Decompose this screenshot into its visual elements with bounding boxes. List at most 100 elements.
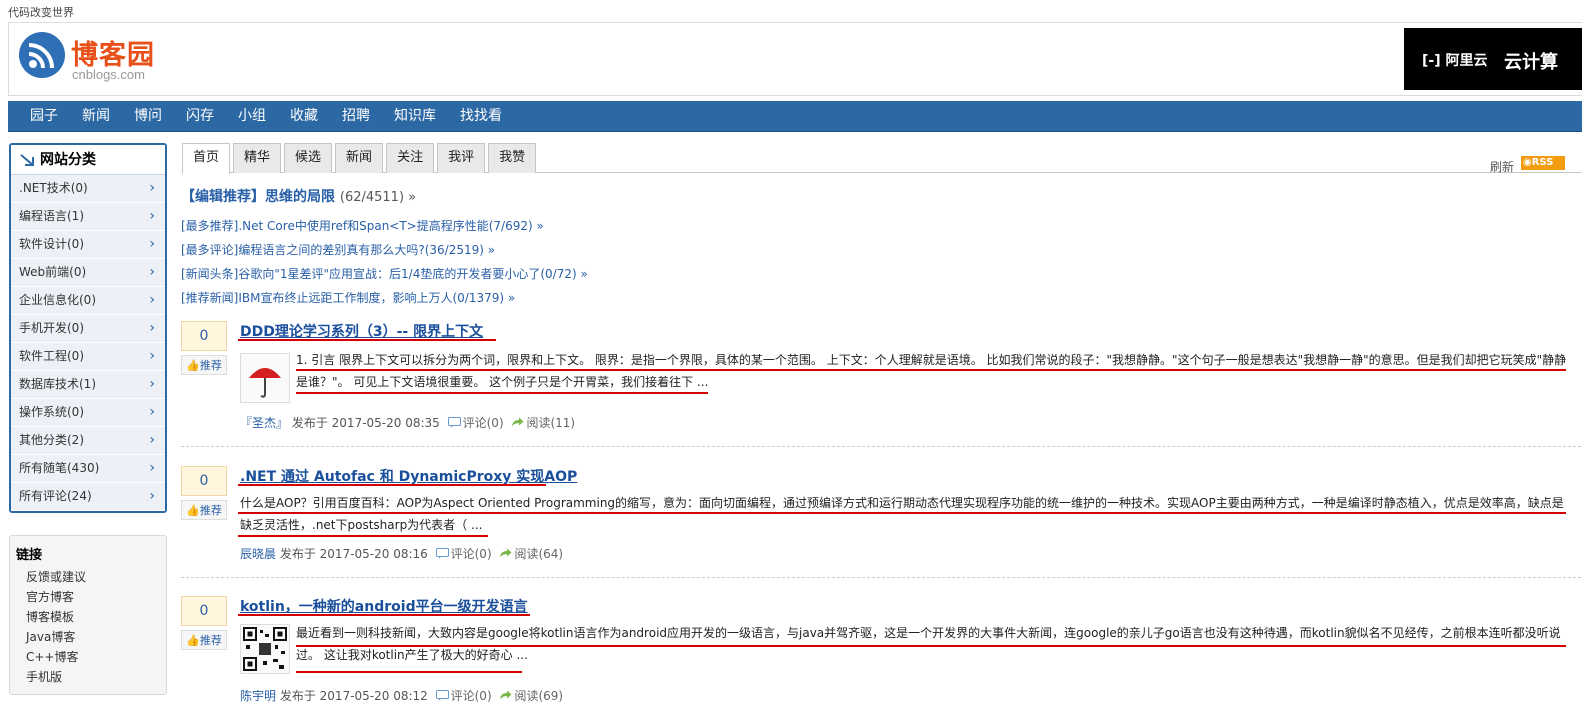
digg-box: 0 👍推荐 [181, 596, 227, 650]
content-tabs: 首页 精华 候选 新闻 关注 我评 我赞 [182, 143, 539, 174]
post-title[interactable]: DDD理论学习系列（3）-- 限界上下文 [240, 321, 483, 341]
sidebar-item[interactable]: 操作系统(0) › [11, 399, 165, 427]
post-reads[interactable]: 阅读(64) [514, 547, 563, 561]
chevron-right-icon: › [149, 488, 155, 504]
sidebar-item[interactable]: 手机开发(0) › [11, 315, 165, 343]
tab-my-likes[interactable]: 我赞 [488, 143, 537, 173]
post-summary: 什么是AOP？引用百度百科：AOP为Aspect Oriented Progra… [240, 496, 1564, 532]
nav-item[interactable]: 收藏 [278, 101, 330, 132]
nav-item[interactable]: 小组 [226, 101, 278, 132]
tab-candidates[interactable]: 候选 [284, 143, 333, 173]
digg-box: 0 👍推荐 [181, 466, 227, 520]
chevron-right-icon: › [149, 376, 155, 392]
refresh-button[interactable]: 刷新 [1490, 158, 1514, 175]
main-nav: 园子 新闻 博问 闪存 小组 收藏 招聘 知识库 找找看 [8, 101, 1582, 132]
post-author[interactable]: 『圣杰』 [240, 416, 288, 430]
post-comments[interactable]: 评论(0) [451, 689, 492, 703]
link-item[interactable]: 官方博客 [16, 587, 160, 607]
post-author[interactable]: 陈宇明 [240, 689, 276, 703]
link-item[interactable]: 博客模板 [16, 607, 160, 627]
comment-icon [435, 690, 449, 701]
nav-item[interactable]: 博问 [122, 101, 174, 132]
post-separator [181, 577, 1581, 578]
annotation-underline [238, 535, 488, 537]
post-meta: 陈宇明 发布于 2017-05-20 08:12 评论(0) 阅读(69) [240, 687, 563, 703]
qr-code-avatar-icon[interactable] [240, 624, 290, 674]
sidebar-item[interactable]: 企业信息化(0) › [11, 287, 165, 315]
ad-banner[interactable]: [-] 阿里云 云计算 [1404, 28, 1582, 90]
post-title[interactable]: .NET 通过 Autofac 和 DynamicProxy 实现AOP [240, 466, 577, 486]
tab-following[interactable]: 关注 [386, 143, 435, 173]
comment-icon [435, 548, 449, 559]
sidebar-item[interactable]: 编程语言(1) › [11, 203, 165, 231]
nav-item[interactable]: 园子 [8, 101, 70, 132]
logo-domain: cnblogs.com [72, 67, 145, 82]
tab-home[interactable]: 首页 [182, 143, 231, 174]
umbrella-avatar-icon[interactable] [240, 353, 290, 403]
annotation-underline [296, 645, 1566, 647]
post-reads[interactable]: 阅读(69) [514, 689, 563, 703]
recommendation-link[interactable]: [最多评论]编程语言之间的差别真有那么大吗?(36/2519) » [181, 241, 495, 258]
sidebar-item[interactable]: 其他分类(2) › [11, 427, 165, 455]
digg-button[interactable]: 👍推荐 [181, 630, 227, 650]
nav-item[interactable]: 新闻 [70, 101, 122, 132]
link-item[interactable]: 反馈或建议 [16, 567, 160, 587]
post-comments[interactable]: 评论(0) [451, 547, 492, 561]
post-comments[interactable]: 评论(0) [463, 416, 504, 430]
arrow-down-right-icon [20, 154, 34, 166]
category-sidebar: 网站分类 .NET技术(0) › 编程语言(1) › 软件设计(0) › Web前端(… [9, 143, 167, 513]
link-item[interactable]: Java博客 [16, 627, 160, 647]
digg-box: 0 👍推荐 [181, 321, 227, 375]
link-item[interactable]: C++博客 [16, 647, 160, 667]
nav-item[interactable]: 闪存 [174, 101, 226, 132]
post-reads[interactable]: 阅读(11) [526, 416, 575, 430]
tab-my-comments[interactable]: 我评 [437, 143, 486, 173]
post-time: 发布于 2017-05-20 08:12 [279, 689, 428, 703]
annotation-underline [238, 339, 496, 341]
post-summary: 1. 引言 限界上下文可以拆分为两个词，限界和上下文。 限界：是指一个界限，具体… [240, 349, 1570, 403]
digg-button[interactable]: 👍推荐 [181, 355, 227, 375]
read-arrow-icon [512, 417, 524, 426]
post-author[interactable]: 辰晓晨 [240, 547, 276, 561]
tab-featured[interactable]: 精华 [233, 143, 282, 173]
sidebar-item[interactable]: 软件工程(0) › [11, 343, 165, 371]
digg-count: 0 [181, 596, 227, 626]
chevron-right-icon: › [149, 348, 155, 364]
rss-logo-icon[interactable] [19, 32, 65, 78]
sidebar-item[interactable]: 所有评论(24) › [11, 483, 165, 511]
comment-icon [447, 417, 461, 428]
post-separator [181, 446, 1581, 447]
nav-item[interactable]: 找找看 [448, 101, 514, 132]
recommendation-link[interactable]: [新闻头条]谷歌向"1星差评"应用宣战：后1/4垫底的开发者要小心了(0/72)… [181, 265, 588, 282]
sidebar-item[interactable]: .NET技术(0) › [11, 175, 165, 203]
chevron-right-icon: › [149, 236, 155, 252]
read-arrow-icon [500, 690, 512, 699]
post-meta: 辰晓晨 发布于 2017-05-20 08:16 评论(0) 阅读(64) [240, 545, 563, 562]
editor-pick-headline[interactable]: 【编辑推荐】思维的局限 (62/4511) » [181, 186, 416, 206]
sidebar-item[interactable]: 所有随笔(430) › [11, 455, 165, 483]
site-header: 博客园 cnblogs.com [-] 阿里云 云计算 [8, 22, 1582, 96]
sidebar-item[interactable]: 软件设计(0) › [11, 231, 165, 259]
sidebar-item[interactable]: Web前端(0) › [11, 259, 165, 287]
annotation-underline [296, 671, 522, 673]
recommendation-link[interactable]: [推荐新闻]IBM宣布终止远距工作制度，影响上万人(0/1379) » [181, 289, 515, 306]
post-meta: 『圣杰』 发布于 2017-05-20 08:35 评论(0) 阅读(11) [240, 414, 575, 431]
read-arrow-icon [500, 548, 512, 557]
chevron-right-icon: › [149, 180, 155, 196]
digg-button[interactable]: 👍推荐 [181, 500, 227, 520]
annotation-underline [238, 512, 1566, 514]
post-title[interactable]: kotlin，一种新的android平台一级开发语言 [240, 596, 528, 616]
annotation-underline [238, 484, 546, 486]
recommendation-link[interactable]: [最多推荐].Net Core中使用ref和Span<T>提高程序性能(7/69… [181, 217, 544, 234]
link-item[interactable]: 手机版 [16, 667, 160, 687]
post-summary: 最近看到一则科技新闻，大致内容是google将kotlin语言作为android… [240, 622, 1570, 674]
rss-button[interactable]: ◉RSS [1521, 156, 1565, 170]
sidebar-item[interactable]: 数据库技术(1) › [11, 371, 165, 399]
chevron-right-icon: › [149, 460, 155, 476]
nav-item[interactable]: 知识库 [382, 101, 448, 132]
annotation-underline [238, 614, 530, 616]
tab-news[interactable]: 新闻 [335, 143, 384, 173]
links-box: 链接 反馈或建议 官方博客 博客模板 Java博客 C++博客 手机版 [9, 535, 167, 695]
nav-item[interactable]: 招聘 [330, 101, 382, 132]
chevron-right-icon: › [149, 208, 155, 224]
